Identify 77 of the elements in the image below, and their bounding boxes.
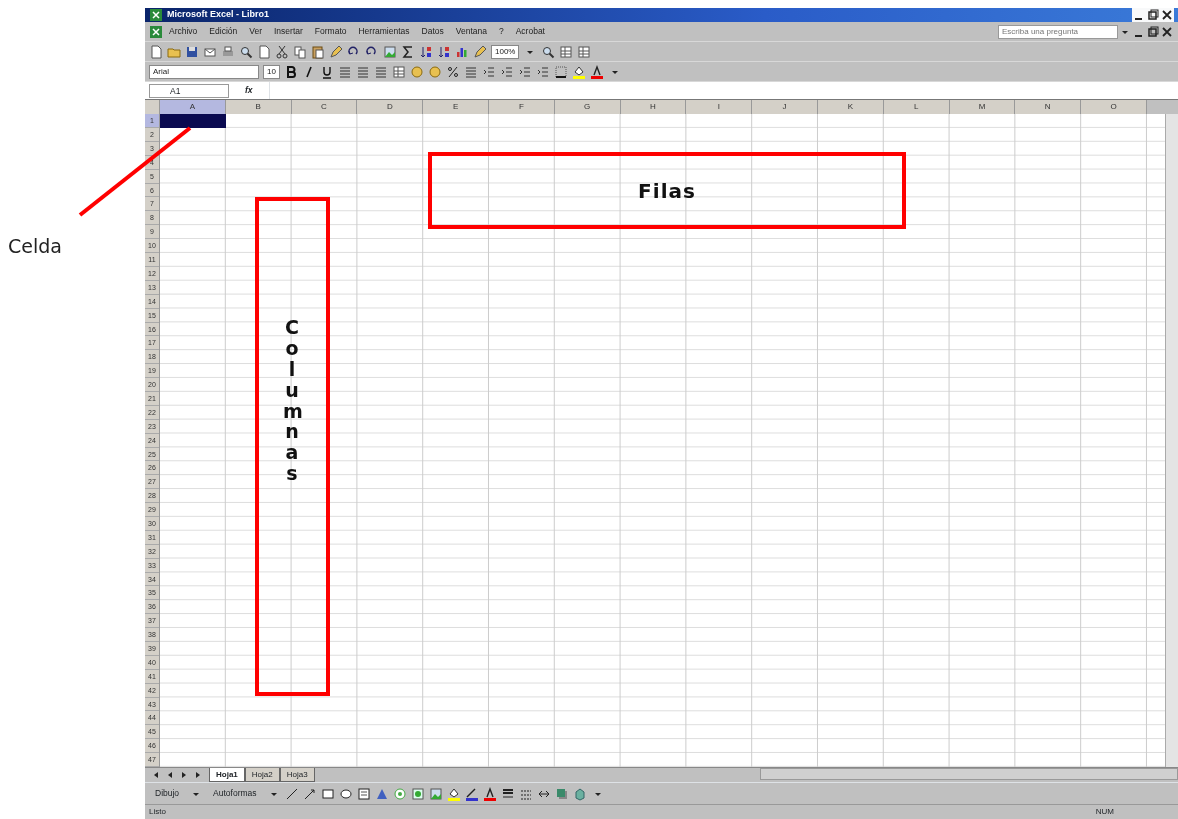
merge-cells-icon[interactable] xyxy=(391,64,406,79)
close-icon[interactable] xyxy=(1160,8,1174,22)
drawing-icon[interactable] xyxy=(473,44,487,59)
text-box-icon[interactable] xyxy=(356,786,371,801)
restore-icon[interactable] xyxy=(1146,24,1160,39)
font-size-field[interactable]: 10 xyxy=(263,64,280,79)
copy-icon[interactable] xyxy=(293,44,307,59)
sum-icon[interactable] xyxy=(401,44,415,59)
column-header[interactable]: I xyxy=(686,100,753,115)
menu-item[interactable]: Acrobat xyxy=(509,25,551,38)
help-search-field[interactable]: Escriba una pregunta xyxy=(998,24,1118,39)
menu-item[interactable]: Herramientas xyxy=(352,25,416,38)
column-header[interactable]: C xyxy=(291,100,358,115)
horizontal-scrollbar[interactable] xyxy=(760,768,1178,780)
line-style-icon[interactable] xyxy=(500,786,515,801)
num-lock-indicator: NUM xyxy=(1095,806,1114,818)
column-header[interactable]: H xyxy=(620,100,687,115)
arrow-icon[interactable] xyxy=(302,786,317,801)
line-icon[interactable] xyxy=(284,786,299,801)
font-color-icon[interactable] xyxy=(589,64,604,79)
column-header[interactable]: O xyxy=(1081,100,1147,115)
annotation-label: Columnas xyxy=(283,317,302,487)
cut-icon[interactable] xyxy=(275,44,289,59)
menu-item[interactable]: Datos xyxy=(415,25,450,38)
menu-item[interactable]: Ver xyxy=(243,25,268,38)
fill-color-icon[interactable] xyxy=(571,64,586,79)
zoom-field[interactable]: 100% xyxy=(491,44,520,59)
column-header[interactable]: F xyxy=(489,100,555,115)
draw-menu-button[interactable]: Dibujo xyxy=(149,787,186,800)
fill-color-icon[interactable] xyxy=(446,786,461,801)
sheet-tab[interactable]: Hoja3 xyxy=(279,768,315,782)
font-color-icon[interactable] xyxy=(482,786,497,801)
autoshapes-menu-button[interactable]: Autoformas xyxy=(207,787,263,800)
print-preview-icon[interactable] xyxy=(239,44,253,59)
status-text: Listo xyxy=(149,806,167,818)
menu-item[interactable]: ? xyxy=(492,25,510,38)
column-header[interactable]: A xyxy=(160,100,226,115)
line-color-icon[interactable] xyxy=(464,786,479,801)
selected-cell[interactable] xyxy=(160,114,226,129)
column-header[interactable]: N xyxy=(1015,100,1082,115)
font-field[interactable]: Arial xyxy=(149,64,259,79)
borders-icon[interactable] xyxy=(553,64,568,79)
column-header[interactable]: K xyxy=(817,100,884,115)
rectangle-icon[interactable] xyxy=(320,786,335,801)
column-header[interactable]: M xyxy=(949,100,1016,115)
sheet-tab[interactable]: Hoja2 xyxy=(244,768,280,782)
annotation-label: Filas xyxy=(638,177,696,205)
maximize-icon[interactable] xyxy=(1146,8,1160,22)
menu-item[interactable]: Formato xyxy=(308,25,353,38)
menu-item[interactable]: Archivo xyxy=(163,25,204,38)
name-box[interactable]: A1 xyxy=(149,83,229,98)
format-painter-icon[interactable] xyxy=(329,44,343,59)
print-icon[interactable] xyxy=(221,44,235,59)
sort-descending-icon[interactable] xyxy=(437,44,451,59)
column-header[interactable]: G xyxy=(554,100,621,115)
close-icon[interactable] xyxy=(1160,24,1174,39)
column-header[interactable]: B xyxy=(225,100,292,115)
annotation-label: Celda xyxy=(8,234,62,259)
menu-item[interactable]: Edición xyxy=(203,25,244,38)
new-document-icon[interactable] xyxy=(149,44,163,59)
menu-item[interactable]: Ventana xyxy=(449,25,493,38)
column-header[interactable]: E xyxy=(423,100,489,115)
app-icon xyxy=(149,8,163,22)
function-button[interactable]: fx xyxy=(237,84,261,97)
paste-icon[interactable] xyxy=(311,44,325,59)
window-title: Microsoft Excel - Libro1 xyxy=(167,8,271,22)
column-header[interactable]: L xyxy=(883,100,950,115)
menu-item[interactable]: Insertar xyxy=(268,25,309,38)
column-header[interactable]: J xyxy=(752,100,818,115)
column-header[interactable]: D xyxy=(357,100,424,115)
save-icon[interactable] xyxy=(185,44,199,59)
percent-icon[interactable] xyxy=(445,64,460,79)
oval-icon[interactable] xyxy=(338,786,353,801)
vertical-scrollbar[interactable] xyxy=(1165,114,1178,767)
sheet-tab[interactable]: Hoja1 xyxy=(209,768,245,782)
sort-ascending-icon[interactable] xyxy=(419,44,433,59)
document-icon xyxy=(149,24,163,39)
